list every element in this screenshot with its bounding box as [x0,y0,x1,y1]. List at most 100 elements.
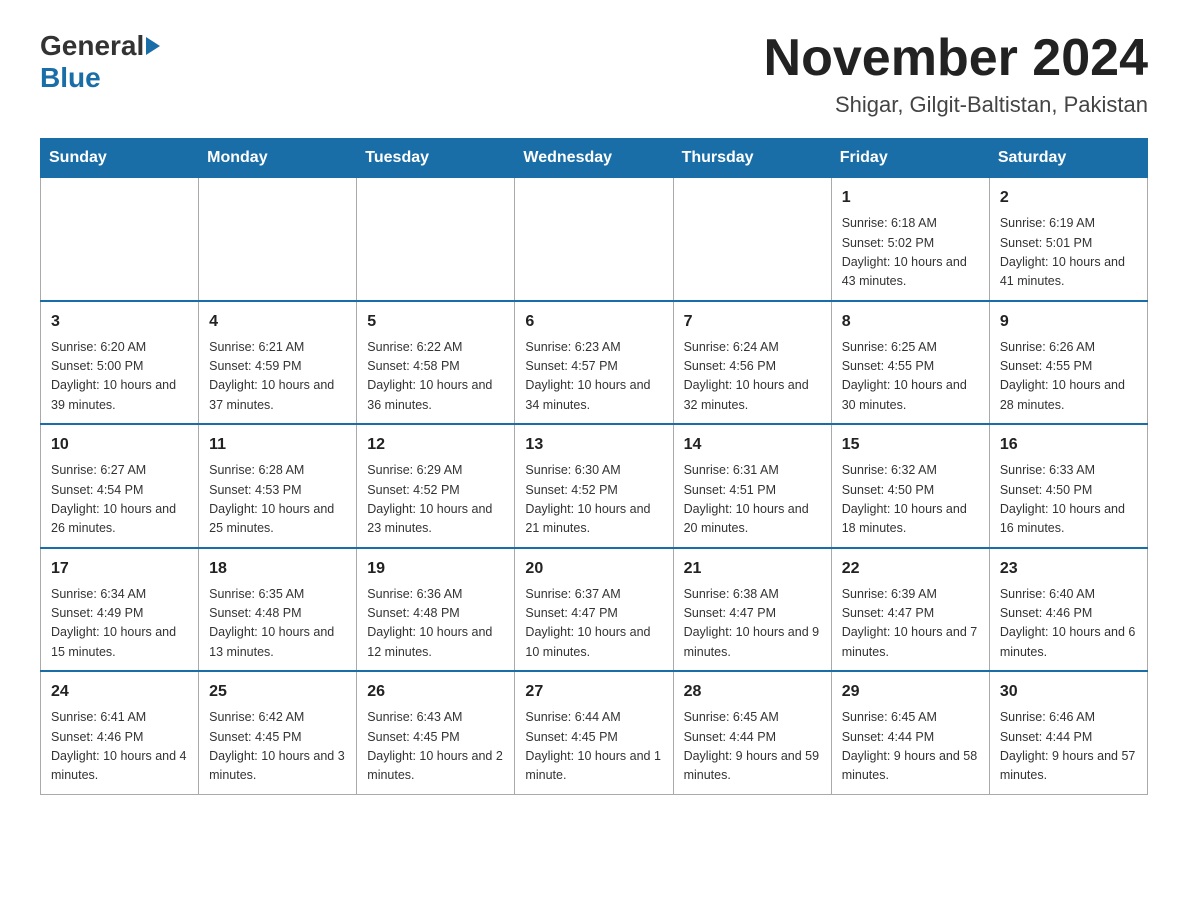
logo-blue: Blue [40,62,101,94]
col-header-saturday: Saturday [989,139,1147,178]
day-number: 15 [842,433,979,457]
day-info: Sunrise: 6:40 AMSunset: 4:46 PMDaylight:… [1000,585,1137,663]
calendar-cell [199,178,357,301]
calendar-cell: 25 Sunrise: 6:42 AMSunset: 4:45 PMDayligh… [199,671,357,794]
day-info: Sunrise: 6:37 AMSunset: 4:47 PMDaylight:… [525,585,662,663]
day-number: 8 [842,310,979,334]
day-info: Sunrise: 6:26 AMSunset: 4:55 PMDaylight:… [1000,338,1137,416]
day-info: Sunrise: 6:42 AMSunset: 4:45 PMDaylight:… [209,708,346,786]
day-number: 25 [209,680,346,704]
col-header-thursday: Thursday [673,139,831,178]
day-number: 22 [842,557,979,581]
calendar-cell: 4 Sunrise: 6:21 AMSunset: 4:59 PMDaylight… [199,301,357,425]
day-info: Sunrise: 6:31 AMSunset: 4:51 PMDaylight:… [684,461,821,539]
day-info: Sunrise: 6:35 AMSunset: 4:48 PMDaylight:… [209,585,346,663]
day-number: 14 [684,433,821,457]
calendar-cell: 24 Sunrise: 6:41 AMSunset: 4:46 PMDayligh… [41,671,199,794]
logo-general: General [40,30,144,62]
calendar-cell [515,178,673,301]
day-number: 16 [1000,433,1137,457]
title-section: November 2024 Shigar, Gilgit-Baltistan, … [764,30,1148,118]
calendar-cell: 28 Sunrise: 6:45 AMSunset: 4:44 PMDayligh… [673,671,831,794]
day-number: 19 [367,557,504,581]
col-header-tuesday: Tuesday [357,139,515,178]
day-number: 1 [842,186,979,210]
calendar-cell: 20Sunrise: 6:37 AMSunset: 4:47 PMDayligh… [515,548,673,672]
day-number: 30 [1000,680,1137,704]
calendar-cell: 15Sunrise: 6:32 AMSunset: 4:50 PMDayligh… [831,424,989,548]
day-number: 10 [51,433,188,457]
calendar-cell: 6 Sunrise: 6:23 AMSunset: 4:57 PMDaylight… [515,301,673,425]
calendar-week-row: 17Sunrise: 6:34 AMSunset: 4:49 PMDayligh… [41,548,1148,672]
calendar-cell: 21 Sunrise: 6:38 AMSunset: 4:47 PMDayligh… [673,548,831,672]
calendar-cell: 12Sunrise: 6:29 AMSunset: 4:52 PMDayligh… [357,424,515,548]
calendar-cell: 13Sunrise: 6:30 AMSunset: 4:52 PMDayligh… [515,424,673,548]
day-info: Sunrise: 6:28 AMSunset: 4:53 PMDaylight:… [209,461,346,539]
calendar-cell: 29 Sunrise: 6:45 AMSunset: 4:44 PMDayligh… [831,671,989,794]
calendar-table: SundayMondayTuesdayWednesdayThursdayFrid… [40,138,1148,795]
calendar-week-row: 1 Sunrise: 6:18 AMSunset: 5:02 PMDaylight… [41,178,1148,301]
col-header-wednesday: Wednesday [515,139,673,178]
day-number: 28 [684,680,821,704]
day-number: 13 [525,433,662,457]
calendar-cell [357,178,515,301]
day-number: 11 [209,433,346,457]
calendar-cell: 30Sunrise: 6:46 AMSunset: 4:44 PMDayligh… [989,671,1147,794]
day-info: Sunrise: 6:34 AMSunset: 4:49 PMDaylight:… [51,585,188,663]
day-info: Sunrise: 6:41 AMSunset: 4:46 PMDaylight:… [51,708,188,786]
calendar-cell: 1 Sunrise: 6:18 AMSunset: 5:02 PMDaylight… [831,178,989,301]
day-number: 18 [209,557,346,581]
calendar-header-row: SundayMondayTuesdayWednesdayThursdayFrid… [41,139,1148,178]
day-info: Sunrise: 6:33 AMSunset: 4:50 PMDaylight:… [1000,461,1137,539]
calendar-cell: 16 Sunrise: 6:33 AMSunset: 4:50 PMDayligh… [989,424,1147,548]
day-number: 26 [367,680,504,704]
day-number: 5 [367,310,504,334]
day-info: Sunrise: 6:36 AMSunset: 4:48 PMDaylight:… [367,585,504,663]
calendar-week-row: 3 Sunrise: 6:20 AMSunset: 5:00 PMDaylight… [41,301,1148,425]
day-number: 9 [1000,310,1137,334]
day-info: Sunrise: 6:45 AMSunset: 4:44 PMDaylight:… [842,708,979,786]
calendar-cell: 17Sunrise: 6:34 AMSunset: 4:49 PMDayligh… [41,548,199,672]
calendar-cell: 27Sunrise: 6:44 AMSunset: 4:45 PMDayligh… [515,671,673,794]
day-info: Sunrise: 6:45 AMSunset: 4:44 PMDaylight:… [684,708,821,786]
location-title: Shigar, Gilgit-Baltistan, Pakistan [764,92,1148,118]
day-info: Sunrise: 6:38 AMSunset: 4:47 PMDaylight:… [684,585,821,663]
calendar-cell: 22 Sunrise: 6:39 AMSunset: 4:47 PMDayligh… [831,548,989,672]
day-number: 12 [367,433,504,457]
day-number: 2 [1000,186,1137,210]
col-header-monday: Monday [199,139,357,178]
col-header-sunday: Sunday [41,139,199,178]
calendar-cell: 7Sunrise: 6:24 AMSunset: 4:56 PMDaylight… [673,301,831,425]
day-number: 21 [684,557,821,581]
day-info: Sunrise: 6:39 AMSunset: 4:47 PMDaylight:… [842,585,979,663]
calendar-cell: 10 Sunrise: 6:27 AMSunset: 4:54 PMDayligh… [41,424,199,548]
calendar-cell: 23 Sunrise: 6:40 AMSunset: 4:46 PMDayligh… [989,548,1147,672]
day-info: Sunrise: 6:21 AMSunset: 4:59 PMDaylight:… [209,338,346,416]
calendar-cell: 14 Sunrise: 6:31 AMSunset: 4:51 PMDayligh… [673,424,831,548]
calendar-cell: 11 Sunrise: 6:28 AMSunset: 4:53 PMDayligh… [199,424,357,548]
day-info: Sunrise: 6:27 AMSunset: 4:54 PMDaylight:… [51,461,188,539]
day-info: Sunrise: 6:20 AMSunset: 5:00 PMDaylight:… [51,338,188,416]
day-number: 4 [209,310,346,334]
day-number: 6 [525,310,662,334]
day-number: 24 [51,680,188,704]
calendar-cell: 3 Sunrise: 6:20 AMSunset: 5:00 PMDaylight… [41,301,199,425]
day-info: Sunrise: 6:22 AMSunset: 4:58 PMDaylight:… [367,338,504,416]
calendar-week-row: 10 Sunrise: 6:27 AMSunset: 4:54 PMDayligh… [41,424,1148,548]
day-number: 3 [51,310,188,334]
calendar-cell: 2Sunrise: 6:19 AMSunset: 5:01 PMDaylight… [989,178,1147,301]
logo-arrow-icon [146,37,160,55]
day-number: 29 [842,680,979,704]
calendar-cell: 19 Sunrise: 6:36 AMSunset: 4:48 PMDayligh… [357,548,515,672]
day-info: Sunrise: 6:43 AMSunset: 4:45 PMDaylight:… [367,708,504,786]
day-number: 23 [1000,557,1137,581]
calendar-cell: 5 Sunrise: 6:22 AMSunset: 4:58 PMDaylight… [357,301,515,425]
day-info: Sunrise: 6:23 AMSunset: 4:57 PMDaylight:… [525,338,662,416]
day-number: 7 [684,310,821,334]
calendar-cell [41,178,199,301]
day-number: 27 [525,680,662,704]
day-info: Sunrise: 6:18 AMSunset: 5:02 PMDaylight:… [842,214,979,292]
col-header-friday: Friday [831,139,989,178]
logo-text: General [40,30,162,62]
calendar-cell: 9 Sunrise: 6:26 AMSunset: 4:55 PMDaylight… [989,301,1147,425]
